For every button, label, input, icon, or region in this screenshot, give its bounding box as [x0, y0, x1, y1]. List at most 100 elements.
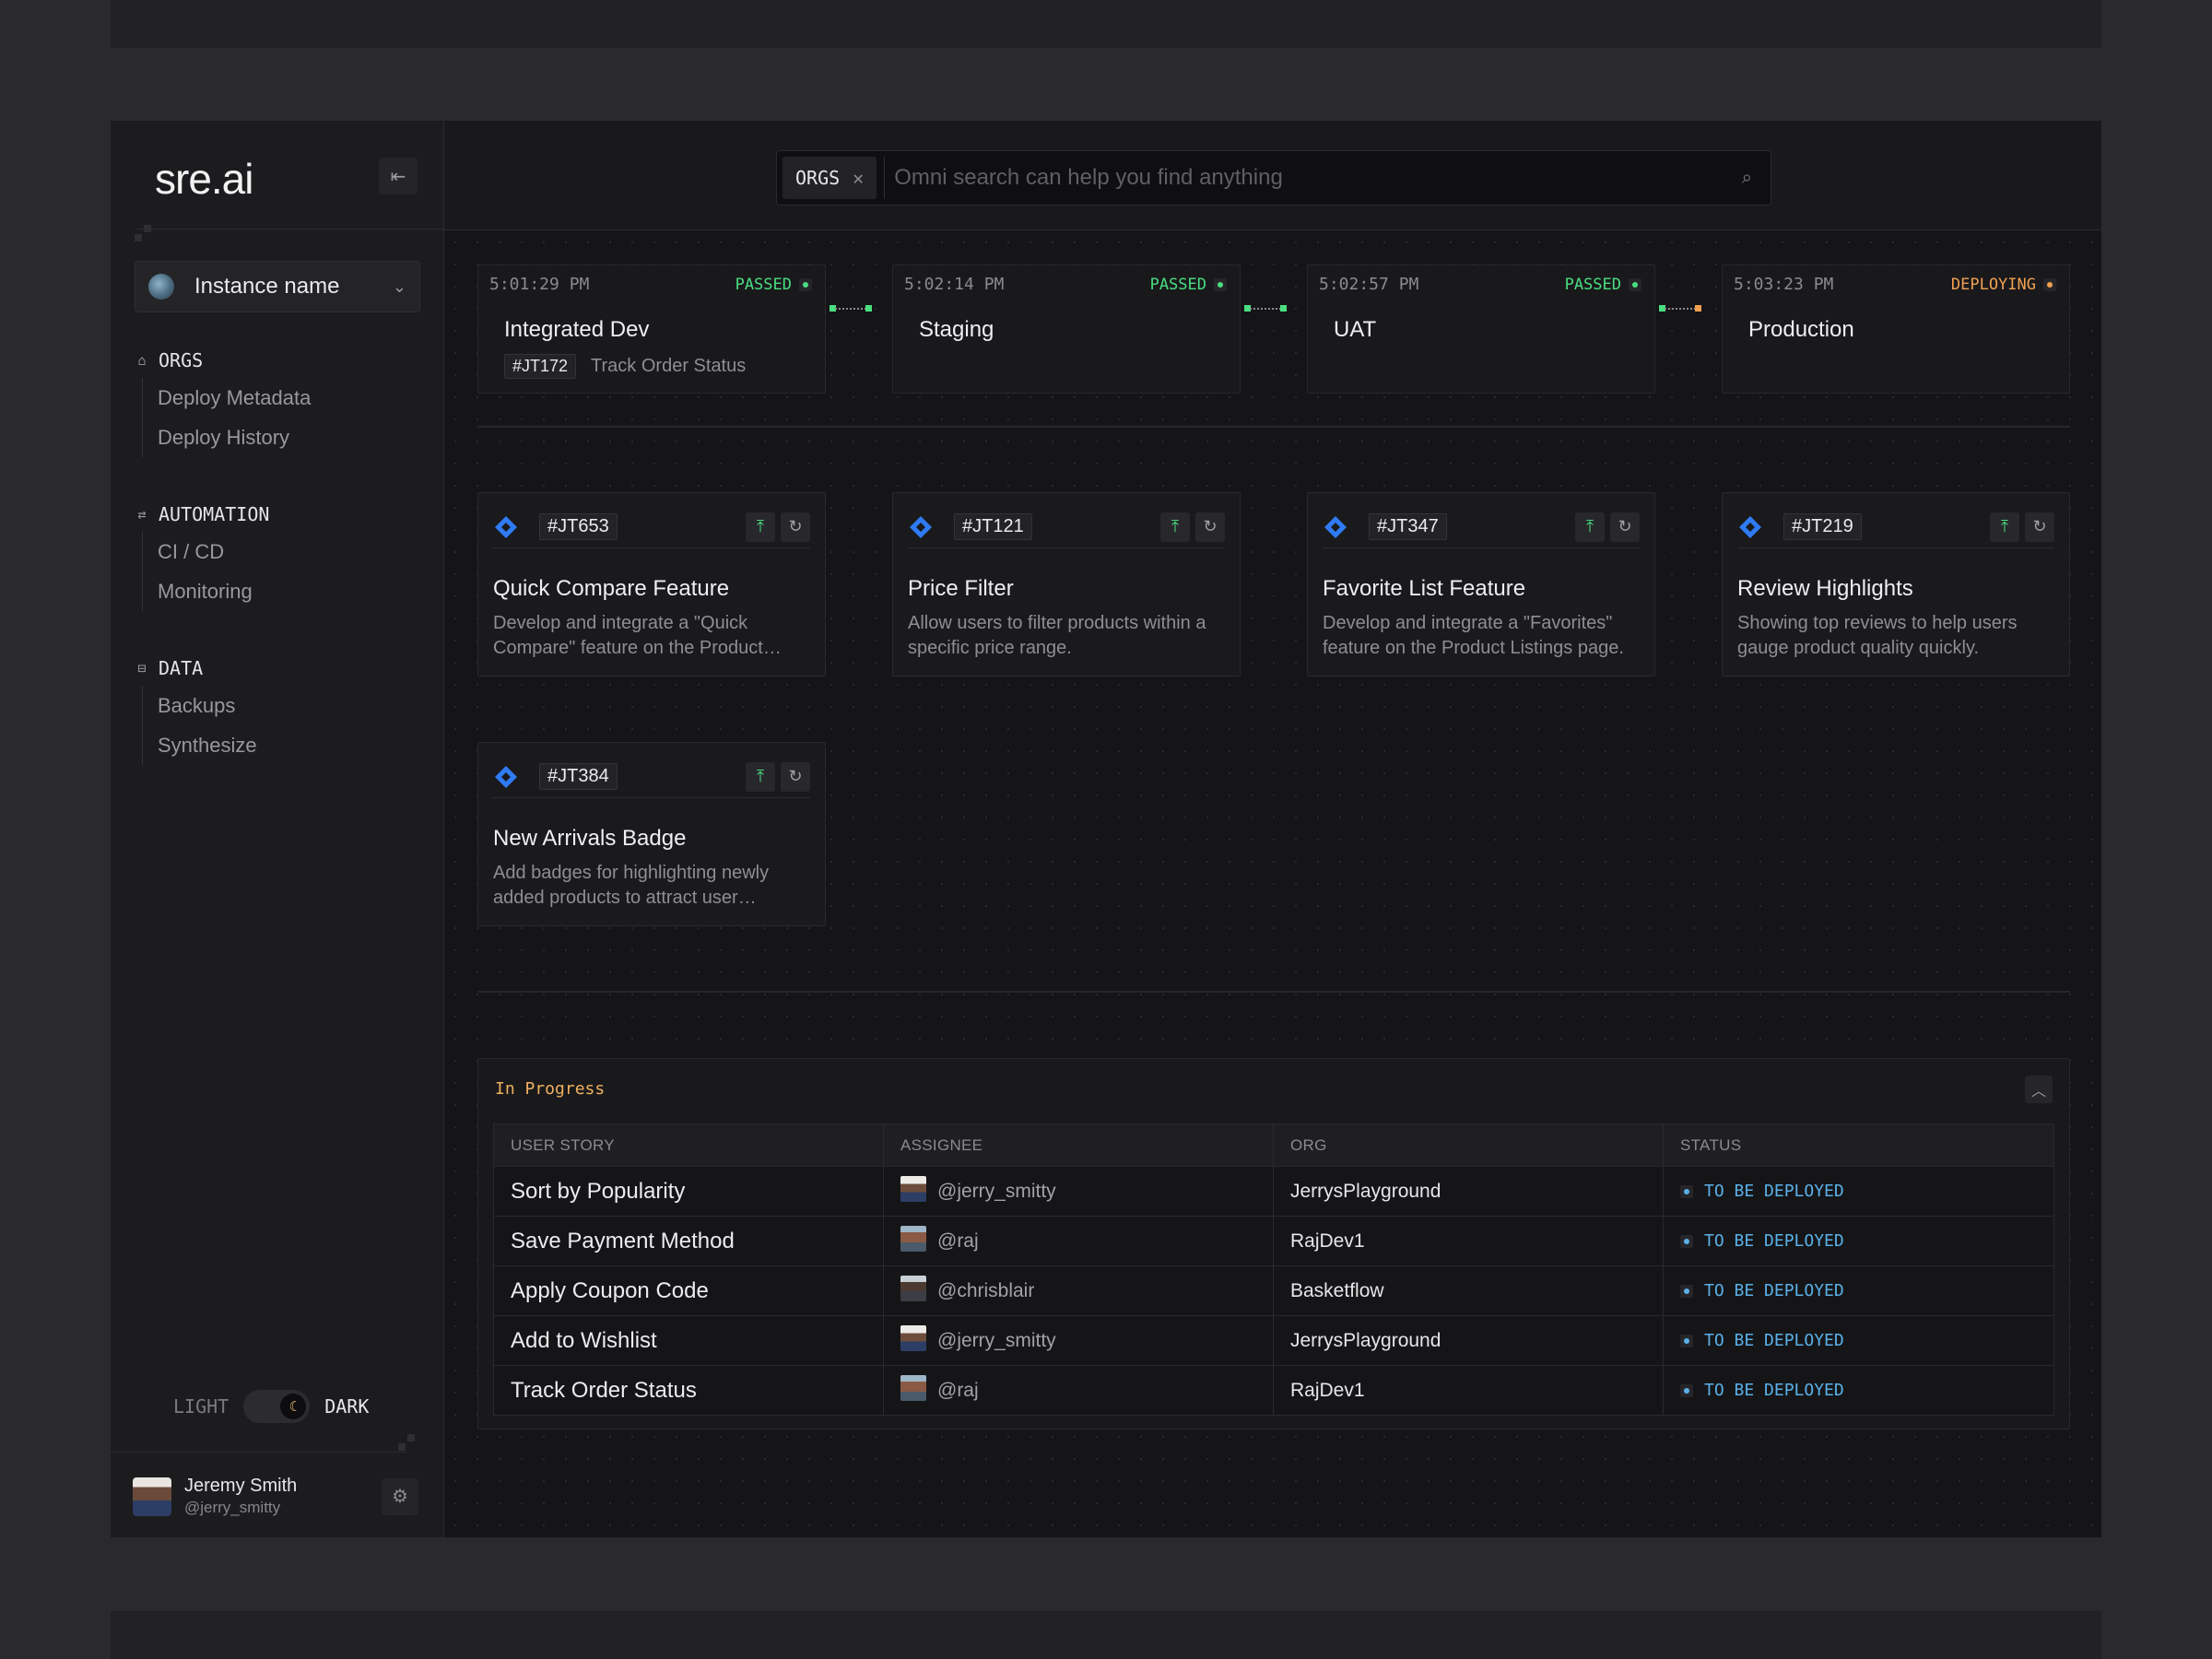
- ticket-id: #JT219: [1783, 513, 1862, 540]
- card-header: #JT653 ⤒ ↻: [493, 506, 810, 548]
- collapse-sidebar-button[interactable]: ⇤: [379, 158, 418, 194]
- avatar: [133, 1477, 171, 1516]
- search-input[interactable]: Omni search can help you find anything: [894, 165, 1742, 191]
- sidebar-item-monitoring[interactable]: Monitoring: [158, 571, 420, 611]
- sidebar-item-deploy-metadata[interactable]: Deploy Metadata: [158, 378, 420, 418]
- nav-group-title: ORGS: [159, 349, 204, 371]
- ticket-card[interactable]: #JT384 ⤒ ↻ New Arrivals Badge Add badges for…: [477, 742, 826, 926]
- ticket-card[interactable]: #JT219 ⤒ ↻ Review Highlights Showing top rev…: [1722, 492, 2070, 677]
- refresh-button[interactable]: ↻: [781, 761, 810, 792]
- jira-icon: [1737, 514, 1763, 540]
- stage-connector: [1244, 304, 1287, 313]
- card-header: #JT121 ⤒ ↻: [908, 506, 1225, 548]
- ticket-id: #JT172: [504, 354, 577, 379]
- user-story-cell[interactable]: Add to Wishlist: [493, 1315, 884, 1366]
- assignee-cell[interactable]: @raj: [883, 1216, 1274, 1266]
- user-story-cell[interactable]: Track Order Status: [493, 1365, 884, 1416]
- nav-group-header[interactable]: ⇄ AUTOMATION: [135, 500, 420, 528]
- sidebar-item-synthesize[interactable]: Synthesize: [158, 725, 420, 765]
- org-cell[interactable]: JerrysPlayground: [1273, 1166, 1664, 1217]
- corner-mark: [407, 1434, 415, 1441]
- refresh-button[interactable]: ↻: [2025, 512, 2054, 542]
- assignee-cell[interactable]: @raj: [883, 1365, 1274, 1416]
- avatar: [900, 1374, 926, 1401]
- collapse-panel-button[interactable]: ︿: [2025, 1076, 2053, 1103]
- ticket-id: #JT384: [539, 763, 618, 790]
- table-row[interactable]: Sort by Popularity @jerry_smitty JerrysPla…: [493, 1166, 2054, 1217]
- column-header[interactable]: STATUS: [1663, 1124, 2054, 1167]
- sidebar-item-deploy-history[interactable]: Deploy History: [158, 418, 420, 457]
- deploy-button[interactable]: ⤒: [1160, 512, 1190, 542]
- deploy-button[interactable]: ⤒: [1990, 512, 2019, 542]
- sidebar-item-backups[interactable]: Backups: [158, 686, 420, 725]
- org-cell[interactable]: JerrysPlayground: [1273, 1315, 1664, 1366]
- status-label: TO BE DEPLOYED: [1704, 1281, 1844, 1300]
- nav-group-header[interactable]: ⊟ DATA: [135, 654, 420, 682]
- pipeline-stage[interactable]: 5:01:29 PM PASSED Integrated Dev #JT172 Trac…: [477, 265, 826, 394]
- refresh-button[interactable]: ↻: [1195, 512, 1225, 542]
- search-scope-chip[interactable]: ORGS ✕: [782, 157, 877, 199]
- theme-switcher: LIGHT ☾ DARK: [173, 1390, 369, 1423]
- stage-connector: [1659, 304, 1701, 313]
- status-badge: PASSED: [735, 276, 812, 294]
- ticket-card[interactable]: #JT121 ⤒ ↻ Price Filter Allow users to filte…: [892, 492, 1241, 677]
- stage-tag[interactable]: #JT172 Track Order Status: [504, 354, 746, 379]
- stage-name: Production: [1748, 317, 1854, 342]
- refresh-button[interactable]: ↻: [781, 512, 810, 542]
- deploy-button[interactable]: ⤒: [1575, 512, 1605, 542]
- sidebar-item-ci-cd[interactable]: CI / CD: [158, 532, 420, 571]
- in-progress-table: USER STORY ASSIGNEE ORG STATUS Sort by P…: [493, 1124, 2054, 1416]
- backdrop-band-top: [111, 0, 2101, 48]
- org-cell[interactable]: RajDev1: [1273, 1365, 1664, 1416]
- theme-toggle[interactable]: ☾: [243, 1390, 311, 1423]
- table-row[interactable]: Save Payment Method @raj RajDev1 TO BE DEPL…: [493, 1216, 2054, 1266]
- close-icon[interactable]: ✕: [853, 167, 864, 189]
- ticket-card[interactable]: #JT653 ⤒ ↻ Quick Compare Feature Develop and…: [477, 492, 826, 677]
- deploy-button[interactable]: ⤒: [746, 761, 775, 792]
- search-icon[interactable]: ⌕: [1742, 168, 1752, 189]
- status-label: DEPLOYING: [1950, 276, 2036, 294]
- card-title: Price Filter: [908, 576, 1014, 601]
- instance-selector[interactable]: Instance name ⌄: [135, 261, 420, 312]
- assignee-cell[interactable]: @chrisblair: [883, 1265, 1274, 1316]
- user-story-cell[interactable]: Save Payment Method: [493, 1216, 884, 1266]
- section-divider: [477, 991, 2070, 993]
- deploy-button[interactable]: ⤒: [746, 512, 775, 542]
- assignee-handle: @chrisblair: [937, 1279, 1035, 1301]
- table-row[interactable]: Track Order Status @raj RajDev1 TO BE DEPLO…: [493, 1365, 2054, 1416]
- ticket-card[interactable]: #JT347 ⤒ ↻ Favorite List Feature Develop and…: [1307, 492, 1655, 677]
- corner-mark: [144, 225, 151, 232]
- user-story-cell[interactable]: Sort by Popularity: [493, 1166, 884, 1217]
- status-label: PASSED: [1149, 276, 1206, 294]
- nav-group-title: DATA: [159, 657, 204, 679]
- corner-mark: [398, 1443, 406, 1451]
- card-title: Quick Compare Feature: [493, 576, 730, 601]
- status-dot-icon: [1680, 1184, 1693, 1198]
- refresh-button[interactable]: ↻: [1610, 512, 1640, 542]
- theme-light-label[interactable]: LIGHT: [173, 1395, 229, 1418]
- pipeline-stage[interactable]: 5:03:23 PM DEPLOYING Production: [1722, 265, 2070, 394]
- jira-icon: [493, 514, 519, 540]
- column-header[interactable]: USER STORY: [493, 1124, 884, 1167]
- org-cell[interactable]: RajDev1: [1273, 1216, 1664, 1266]
- org-cell[interactable]: Basketflow: [1273, 1265, 1664, 1316]
- theme-dark-label[interactable]: DARK: [324, 1395, 369, 1418]
- stage-name: Staging: [919, 317, 994, 342]
- user-story-cell[interactable]: Apply Coupon Code: [493, 1265, 884, 1316]
- omni-search[interactable]: ORGS ✕ Omni search can help you find any…: [776, 150, 1771, 206]
- settings-button[interactable]: ⚙: [382, 1477, 418, 1515]
- card-description: Add badges for highlighting newly added …: [493, 863, 770, 908]
- nav-group-header[interactable]: ⌂ ORGS: [135, 347, 420, 374]
- table-row[interactable]: Apply Coupon Code @chrisblair Basketflow TO…: [493, 1265, 2054, 1316]
- card-title: Review Highlights: [1737, 576, 1913, 601]
- pipeline-stage[interactable]: 5:02:14 PM PASSED Staging: [892, 265, 1241, 394]
- column-header[interactable]: ASSIGNEE: [883, 1124, 1274, 1167]
- card-description: Develop and integrate a "Quick Compare" …: [493, 613, 763, 658]
- nav-group-title: AUTOMATION: [159, 503, 270, 525]
- assignee-cell[interactable]: @jerry_smitty: [883, 1166, 1274, 1217]
- column-header[interactable]: ORG: [1273, 1124, 1664, 1167]
- assignee-cell[interactable]: @jerry_smitty: [883, 1315, 1274, 1366]
- table-row[interactable]: Add to Wishlist @jerry_smitty JerrysPlaygr…: [493, 1315, 2054, 1366]
- user-profile[interactable]: Jeremy Smith @jerry_smitty ⚙: [133, 1476, 418, 1517]
- pipeline-stage[interactable]: 5:02:57 PM PASSED UAT: [1307, 265, 1655, 394]
